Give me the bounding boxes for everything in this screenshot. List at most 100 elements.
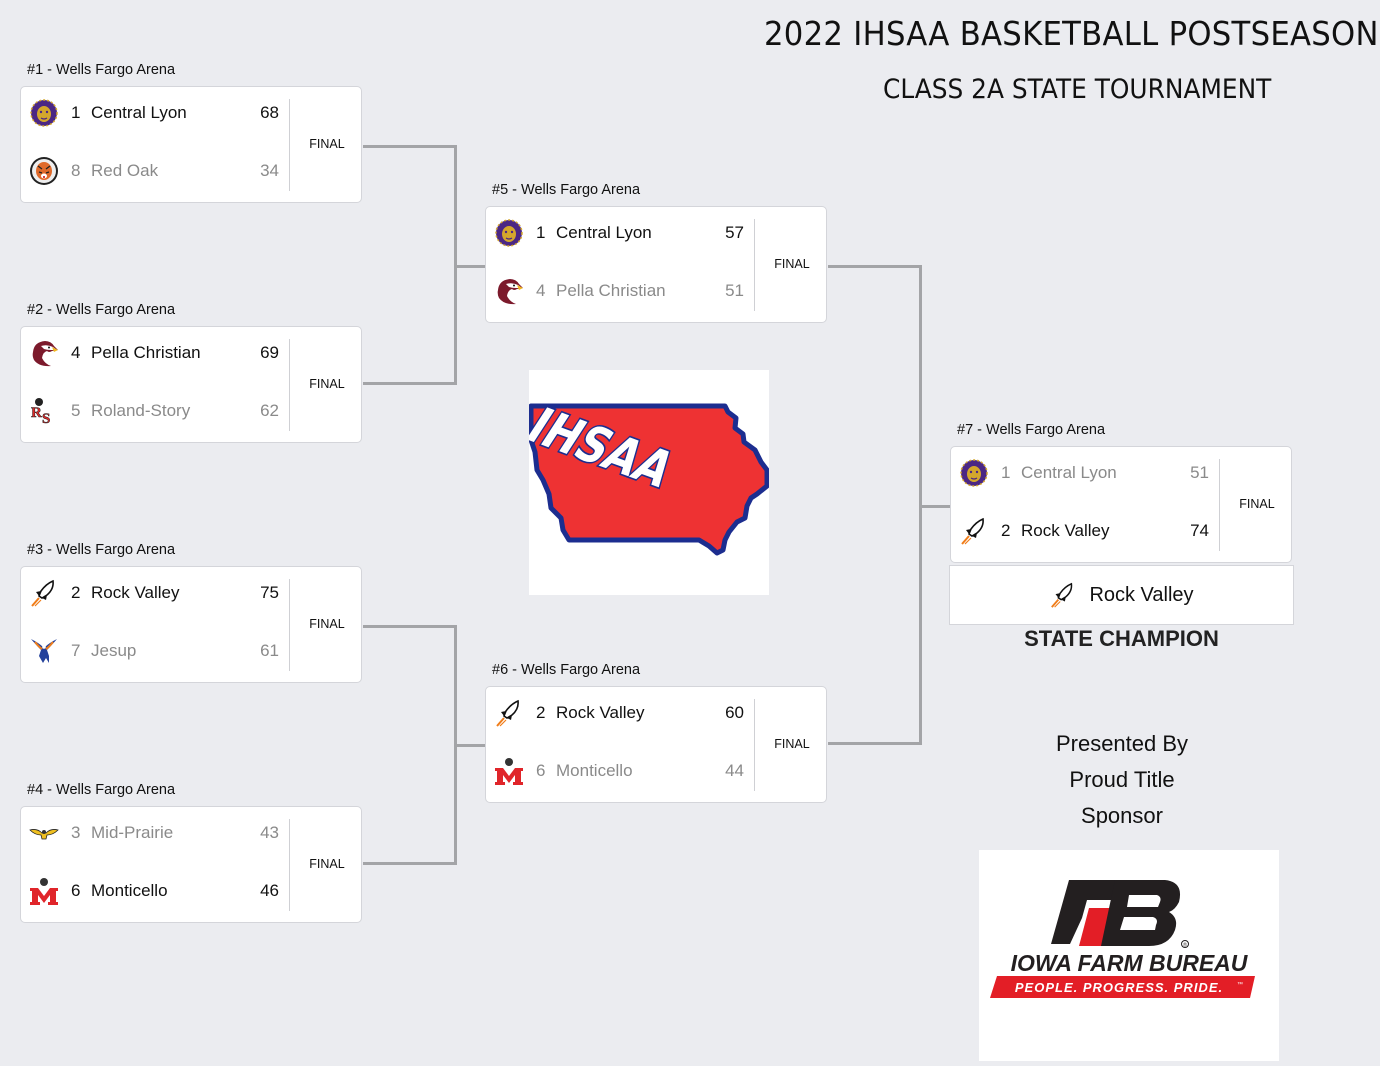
team-row[interactable]: 1 Central Lyon 68 xyxy=(29,97,279,129)
team-name[interactable]: Red Oak xyxy=(91,161,239,181)
team-name[interactable]: Rock Valley xyxy=(556,703,704,723)
team-name[interactable]: Monticello xyxy=(91,881,239,901)
sponsor-name: IOWA FARM BUREAU xyxy=(1011,950,1249,976)
divider xyxy=(1219,459,1220,551)
team-row[interactable]: 4 Pella Christian 69 xyxy=(29,337,279,369)
sponsor-logo[interactable]: ® IOWA FARM BUREAU PEOPLE. PROGRESS. PRI… xyxy=(979,850,1279,1061)
rocket-logo-icon xyxy=(29,578,59,608)
team-name[interactable]: Mid-Prairie xyxy=(91,823,239,843)
team-seed: 5 xyxy=(71,401,81,420)
game-label: #7 - Wells Fargo Arena xyxy=(957,422,1106,438)
game-status: FINAL xyxy=(309,137,345,151)
team-score: 46 xyxy=(260,881,279,900)
team-row[interactable]: 1 Central Lyon 51 xyxy=(959,457,1209,489)
team-score: 57 xyxy=(725,223,744,242)
team-row[interactable]: 2 Rock Valley 74 xyxy=(959,515,1209,547)
rocket-logo-icon xyxy=(1049,581,1077,609)
team-seed: 2 xyxy=(1001,521,1011,540)
team-row[interactable]: 8 Red Oak 34 xyxy=(29,155,279,187)
game-status: FINAL xyxy=(774,257,810,271)
team-name[interactable]: Central Lyon xyxy=(556,223,704,243)
eagle-logo-icon xyxy=(494,276,524,306)
team-row[interactable]: 5 Roland-Story 62 xyxy=(29,395,279,427)
game-status: FINAL xyxy=(1239,497,1275,511)
team-seed: 4 xyxy=(536,281,546,300)
team-score: 51 xyxy=(725,281,744,300)
connector-line xyxy=(919,505,950,508)
champion-name: Rock Valley xyxy=(1089,583,1194,606)
connector-line xyxy=(363,862,457,865)
presented-by-line-3: Sponsor xyxy=(1081,803,1163,828)
game-card-3[interactable]: 2 Rock Valley 75 7 Jesup 61 FINAL xyxy=(20,566,362,683)
divider xyxy=(754,699,755,791)
team-row[interactable]: 4 Pella Christian 51 xyxy=(494,275,744,307)
farm-bureau-logo-icon: ® IOWA FARM BUREAU PEOPLE. PROGRESS. PRI… xyxy=(990,880,1255,998)
sponsor-tagline: PEOPLE. PROGRESS. PRIDE. xyxy=(1015,980,1223,995)
team-score: 62 xyxy=(260,401,279,420)
team-score: 44 xyxy=(725,761,744,780)
team-seed: 2 xyxy=(71,583,81,602)
team-row[interactable]: 3 Mid-Prairie 43 xyxy=(29,817,279,849)
connector-line xyxy=(363,625,457,628)
team-score: 68 xyxy=(260,103,279,122)
team-name[interactable]: Central Lyon xyxy=(1021,463,1169,483)
game-label: #2 - Wells Fargo Arena xyxy=(27,302,176,318)
game-status: FINAL xyxy=(309,857,345,871)
lion-logo-icon xyxy=(959,458,989,488)
rs-logo-icon xyxy=(29,396,59,426)
team-seed: 6 xyxy=(71,881,81,900)
team-name[interactable]: Rock Valley xyxy=(91,583,239,603)
team-score: 43 xyxy=(260,823,279,842)
divider xyxy=(754,219,755,311)
game-label: #4 - Wells Fargo Arena xyxy=(27,782,176,798)
divider xyxy=(289,579,290,671)
team-row[interactable]: 6 Monticello 46 xyxy=(29,875,279,907)
team-name[interactable]: Roland-Story xyxy=(91,401,239,421)
team-seed: 4 xyxy=(71,343,81,362)
team-score: 69 xyxy=(260,343,279,362)
game-card-4[interactable]: 3 Mid-Prairie 43 6 Monticello 46 FINAL xyxy=(20,806,362,923)
team-name[interactable]: Monticello xyxy=(556,761,704,781)
champion-box[interactable]: Rock Valley xyxy=(949,565,1294,625)
m-logo-icon xyxy=(494,756,524,786)
registered-mark: ® xyxy=(1183,942,1187,949)
rocket-logo-icon xyxy=(494,698,524,728)
team-seed: 3 xyxy=(71,823,81,842)
team-score: 34 xyxy=(260,161,279,180)
divider xyxy=(289,339,290,431)
game-label: #6 - Wells Fargo Arena xyxy=(492,662,641,678)
team-seed: 7 xyxy=(71,641,81,660)
team-row[interactable]: 2 Rock Valley 75 xyxy=(29,577,279,609)
game-card-6[interactable]: 2 Rock Valley 60 6 Monticello 44 FINAL xyxy=(485,686,827,803)
game-label: #5 - Wells Fargo Arena xyxy=(492,182,641,198)
connector-line xyxy=(454,265,485,268)
team-name[interactable]: Pella Christian xyxy=(556,281,704,301)
game-card-1[interactable]: 1 Central Lyon 68 8 Red Oak 34 FINAL xyxy=(20,86,362,203)
game-label: #3 - Wells Fargo Arena xyxy=(27,542,176,558)
team-score: 61 xyxy=(260,641,279,660)
team-score: 75 xyxy=(260,583,279,602)
team-row[interactable]: 1 Central Lyon 57 xyxy=(494,217,744,249)
team-name[interactable]: Pella Christian xyxy=(91,343,239,363)
lion-logo-icon xyxy=(494,218,524,248)
team-score: 51 xyxy=(1190,463,1209,482)
divider xyxy=(289,819,290,911)
team-row[interactable]: 7 Jesup 61 xyxy=(29,635,279,667)
game-status: FINAL xyxy=(774,737,810,751)
ihsaa-logo: IHSAA xyxy=(514,370,770,595)
team-name[interactable]: Central Lyon xyxy=(91,103,239,123)
team-row[interactable]: 2 Rock Valley 60 xyxy=(494,697,744,729)
team-name[interactable]: Jesup xyxy=(91,641,239,661)
team-name[interactable]: Rock Valley xyxy=(1021,521,1169,541)
connector-line xyxy=(363,145,457,148)
team-seed: 1 xyxy=(536,223,546,242)
presented-by-line-2: Proud Title xyxy=(1069,767,1175,792)
game-card-5[interactable]: 1 Central Lyon 57 4 Pella Christian 51 FINAL xyxy=(485,206,827,323)
team-row[interactable]: 6 Monticello 44 xyxy=(494,755,744,787)
game-label: #1 - Wells Fargo Arena xyxy=(27,62,176,78)
team-score: 74 xyxy=(1190,521,1209,540)
state-champion-label: STATE CHAMPION xyxy=(1024,626,1219,651)
page-title: 2022 IHSAA BASKETBALL POSTSEASON xyxy=(764,14,1379,53)
game-card-7[interactable]: 1 Central Lyon 51 2 Rock Valley 74 FINAL xyxy=(950,446,1292,563)
game-card-2[interactable]: 4 Pella Christian 69 5 Roland-Story 62 FINAL xyxy=(20,326,362,443)
